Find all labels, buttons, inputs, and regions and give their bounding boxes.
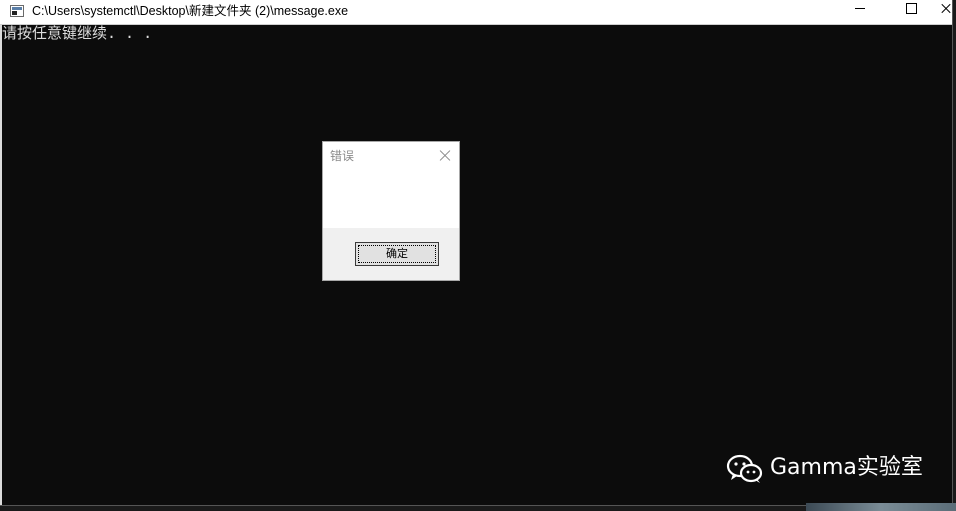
- dialog-footer: 确定: [323, 228, 459, 280]
- title-bar[interactable]: C:\Users\systemctl\Desktop\新建文件夹 (2)\mes…: [0, 0, 952, 25]
- ok-button[interactable]: 确定: [355, 242, 439, 266]
- wechat-icon: [726, 454, 763, 483]
- dialog-title: 错误: [330, 149, 355, 163]
- close-button[interactable]: [930, 0, 952, 24]
- console-output: 请按任意键继续. . .: [2, 24, 153, 42]
- minimize-button[interactable]: [838, 0, 884, 24]
- window-title: C:\Users\systemctl\Desktop\新建文件夹 (2)\mes…: [32, 4, 349, 18]
- dialog-close-icon[interactable]: [437, 147, 453, 163]
- maximize-button[interactable]: [884, 0, 930, 24]
- watermark-text: Gamma实验室: [770, 455, 923, 480]
- background-image-edge: [806, 503, 956, 511]
- error-dialog: 错误 确定: [322, 141, 460, 281]
- window-edge: [0, 25, 2, 505]
- console-window: C:\Users\systemctl\Desktop\新建文件夹 (2)\mes…: [0, 0, 953, 506]
- console-app-icon[interactable]: [10, 5, 24, 17]
